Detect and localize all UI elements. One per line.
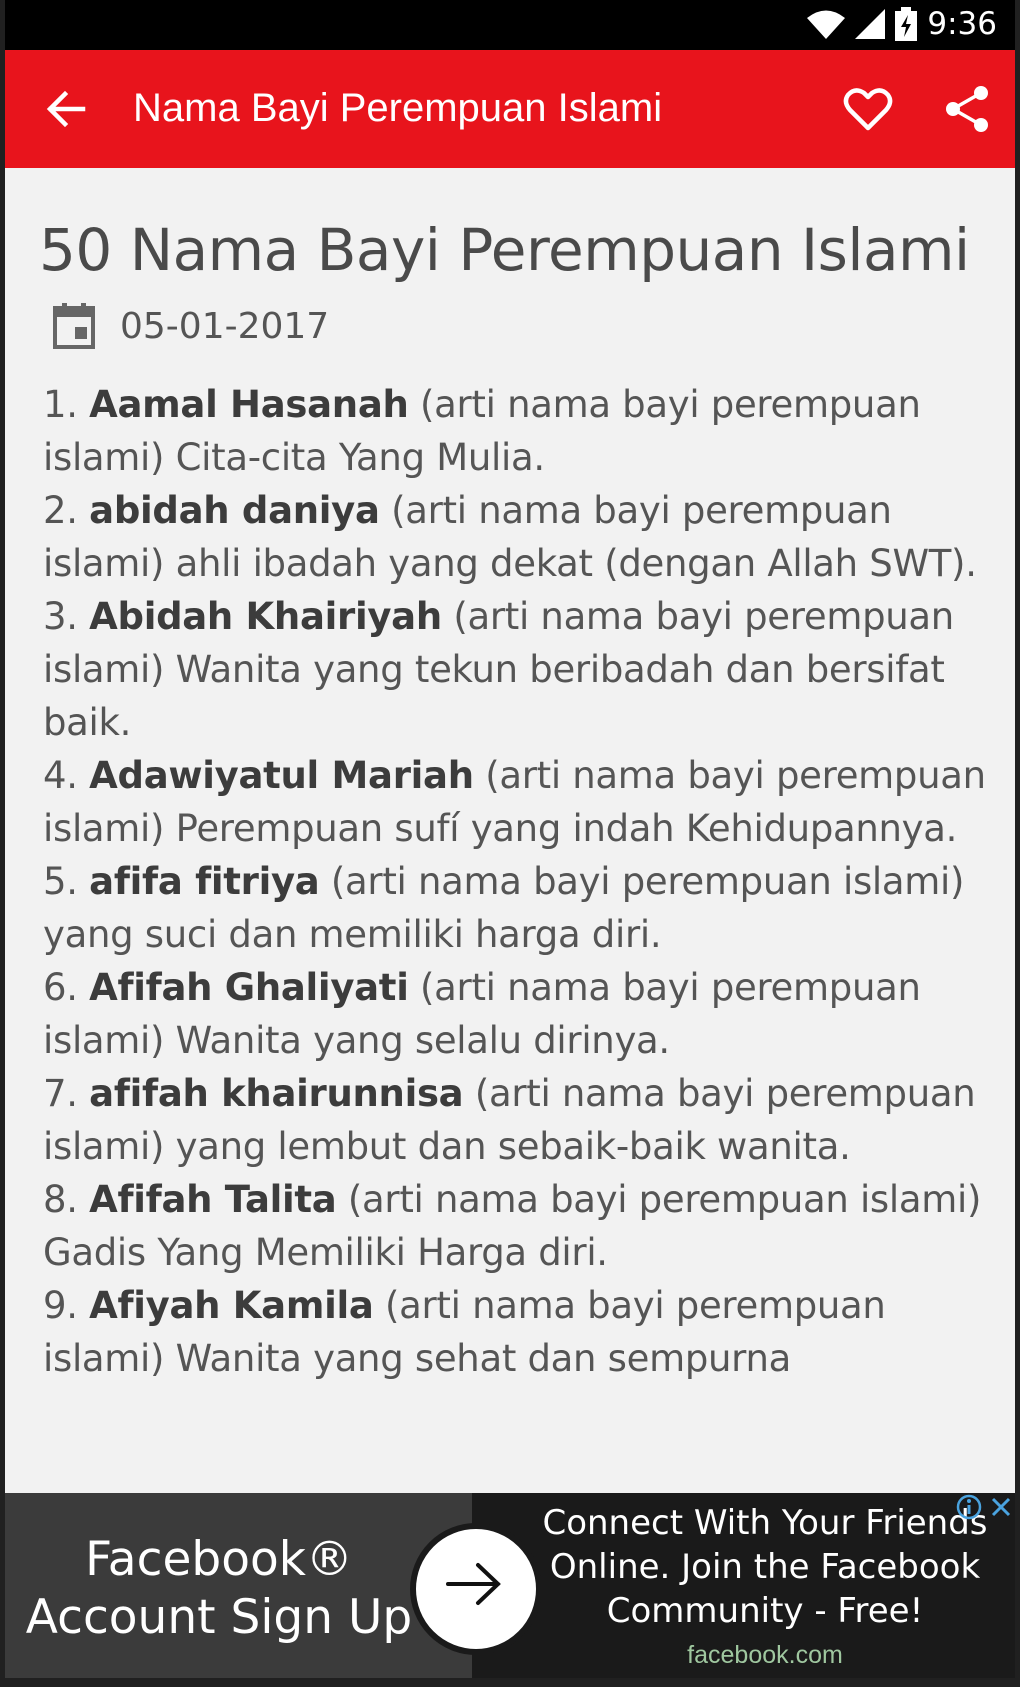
ad-headline-line: Account Sign Up (25, 1590, 413, 1645)
list-item: 9. Afiyah Kamila (arti nama bayi perempu… (43, 1279, 1001, 1385)
item-name: Afiyah Kamila (89, 1284, 374, 1327)
ad-headline-line: Facebook® (85, 1532, 353, 1587)
arrow-right-icon (446, 1563, 501, 1605)
item-number: 7. (43, 1072, 78, 1115)
ad-cta-button[interactable] (410, 1523, 542, 1655)
item-name: Aamal Hasanah (89, 383, 409, 426)
list-item: 8. Afifah Talita (arti nama bayi perempu… (43, 1173, 1001, 1279)
signal-icon (855, 9, 886, 39)
item-number: 3. (43, 595, 78, 638)
battery-icon (895, 7, 918, 41)
item-name: abidah daniya (89, 489, 380, 532)
list-item: 2. abidah daniya (arti nama bayi perempu… (43, 484, 1001, 590)
article-title: 50 Nama Bayi Perempuan Islami (39, 216, 970, 284)
item-number: 9. (43, 1284, 78, 1327)
device-frame: 9:36 Nama Bayi Perempuan Islami 50 Nama … (0, 0, 1020, 1687)
ad-banner[interactable]: Facebook® Account Sign Up Connect With Y… (5, 1493, 1015, 1678)
back-arrow-icon[interactable] (43, 86, 89, 132)
item-number: 2. (43, 489, 78, 532)
status-time: 9:36 (927, 6, 997, 42)
heart-icon[interactable] (843, 84, 893, 134)
item-name: Afifah Ghaliyati (89, 966, 409, 1009)
app-bar: Nama Bayi Perempuan Islami (5, 50, 1015, 168)
ad-body-line: Online. Join the Facebook (549, 1547, 981, 1587)
ad-headline[interactable]: Facebook® Account Sign Up (19, 1531, 419, 1647)
app-title: Nama Bayi Perempuan Islami (133, 86, 663, 130)
item-name: afifah khairunnisa (89, 1072, 464, 1115)
name-list: 1. Aamal Hasanah (arti nama bayi perempu… (43, 378, 1001, 1385)
ad-info-icon[interactable] (955, 1493, 983, 1521)
share-icon[interactable] (943, 84, 993, 134)
list-item: 3. Abidah Khairiyah (arti nama bayi pere… (43, 590, 1001, 749)
item-number: 4. (43, 754, 78, 797)
ad-body-line: Connect With Your Friends (542, 1503, 988, 1543)
item-name: afifa fitriya (89, 860, 320, 903)
ad-body-line: Community - Free! (606, 1591, 924, 1631)
item-number: 1. (43, 383, 78, 426)
list-item: 7. afifah khairunnisa (arti nama bayi pe… (43, 1067, 1001, 1173)
ad-domain[interactable]: facebook.com (530, 1641, 1000, 1670)
item-number: 5. (43, 860, 78, 903)
item-number: 8. (43, 1178, 78, 1221)
article-content[interactable]: 50 Nama Bayi Perempuan Islami 05-01-2017… (5, 168, 1015, 1493)
list-item: 6. Afifah Ghaliyati (arti nama bayi pere… (43, 961, 1001, 1067)
ad-headline-panel[interactable]: Facebook® Account Sign Up (5, 1493, 472, 1678)
item-number: 6. (43, 966, 78, 1009)
status-icons: 9:36 (807, 6, 997, 42)
date-row: 05-01-2017 (53, 298, 329, 354)
list-item: 5. afifa fitriya (arti nama bayi perempu… (43, 855, 1001, 961)
article-date: 05-01-2017 (120, 305, 330, 347)
calendar-icon (53, 303, 95, 349)
item-name: Abidah Khairiyah (89, 595, 442, 638)
list-item: 1. Aamal Hasanah (arti nama bayi perempu… (43, 378, 1001, 484)
item-name: Afifah Talita (89, 1178, 337, 1221)
ad-body[interactable]: Connect With Your Friends Online. Join t… (530, 1501, 1000, 1633)
status-bar: 9:36 (5, 0, 1015, 50)
ad-close-icon[interactable] (987, 1493, 1015, 1521)
item-name: Adawiyatul Mariah (89, 754, 474, 797)
list-item: 4. Adawiyatul Mariah (arti nama bayi per… (43, 749, 1001, 855)
wifi-icon (807, 10, 846, 39)
